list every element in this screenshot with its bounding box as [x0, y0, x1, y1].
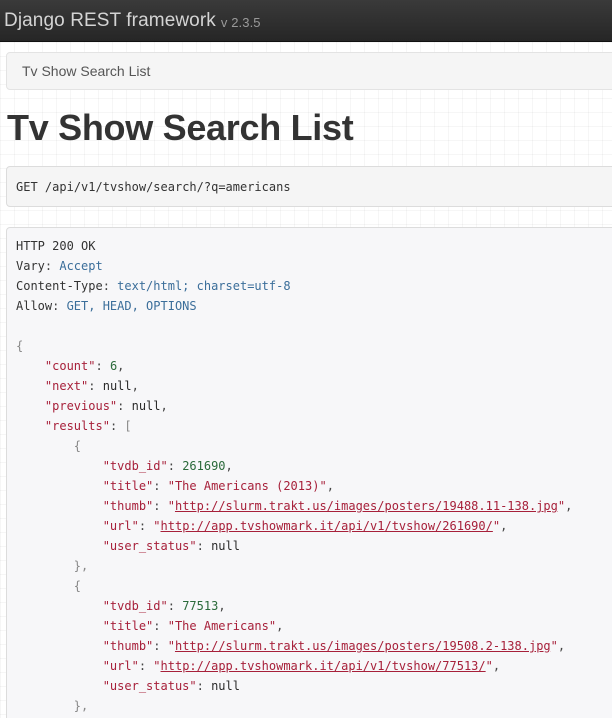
- url-link[interactable]: http://app.tvshowmark.it/api/v1/tvshow/7…: [161, 659, 486, 673]
- page-title: Tv Show Search List: [7, 107, 354, 148]
- result-close-brace: },: [16, 699, 89, 713]
- json-open-brace: {: [16, 339, 24, 353]
- version-label: v 2.3.5: [220, 14, 261, 30]
- result-title: "title": "The Americans (2013)",: [102, 479, 334, 493]
- result-open-brace: {: [16, 579, 82, 593]
- navbar: Django REST framework v 2.3.5: [0, 0, 612, 42]
- result-url: "url": "http://app.tvshowmark.it/api/v1/…: [102, 519, 508, 533]
- breadcrumb-item-current[interactable]: Tv Show Search List: [22, 63, 150, 79]
- response-info: HTTP 200 OK Vary: Accept Content-Type: t…: [6, 227, 612, 718]
- json-next-line: "next": null,: [44, 379, 139, 393]
- result-user-status: "user_status": null: [102, 539, 240, 553]
- url-link[interactable]: http://app.tvshowmark.it/api/v1/tvshow/2…: [161, 519, 493, 533]
- thumb-link[interactable]: http://slurm.trakt.us/images/posters/195…: [175, 639, 551, 653]
- result-close-brace: },: [16, 559, 89, 573]
- result-title: "title": "The Americans",: [102, 619, 284, 633]
- response-status: HTTP 200 OK: [16, 239, 96, 253]
- thumb-link[interactable]: http://slurm.trakt.us/images/posters/194…: [175, 499, 558, 513]
- result-tvdb-id: "tvdb_id": 261690,: [102, 459, 233, 473]
- brand-link[interactable]: Django REST framework v 2.3.5: [4, 10, 261, 32]
- request-path: /api/v1/tvshow/search/?q=americans: [44, 179, 291, 194]
- request-info: GET /api/v1/tvshow/search/?q=americans: [6, 166, 612, 207]
- json-count-line: "count": 6,: [44, 359, 125, 373]
- result-thumb: "thumb": "http://slurm.trakt.us/images/p…: [102, 499, 573, 513]
- request-method: GET: [16, 179, 38, 194]
- json-previous-line: "previous": null,: [44, 399, 168, 413]
- header-allow: Allow: GET, HEAD, OPTIONS: [16, 299, 197, 313]
- header-vary: Vary: Accept: [16, 259, 103, 273]
- result-thumb: "thumb": "http://slurm.trakt.us/images/p…: [102, 639, 566, 653]
- breadcrumb: Tv Show Search List: [6, 52, 612, 90]
- json-results-line: "results": [: [44, 419, 132, 433]
- result-url: "url": "http://app.tvshowmark.it/api/v1/…: [102, 659, 501, 673]
- result-open-brace: {: [16, 439, 82, 453]
- result-tvdb-id: "tvdb_id": 77513,: [102, 599, 226, 613]
- header-content-type: Content-Type: text/html; charset=utf-8: [16, 279, 291, 293]
- result-user-status: "user_status": null: [102, 679, 240, 693]
